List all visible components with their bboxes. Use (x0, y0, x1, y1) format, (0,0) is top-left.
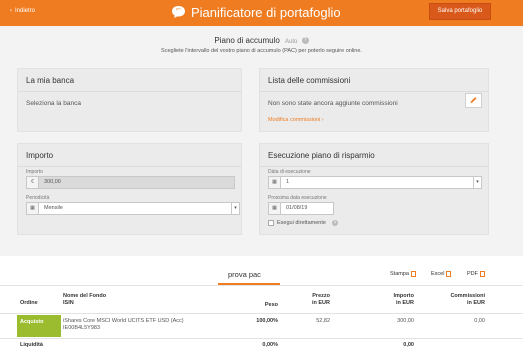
chevron-left-icon: ‹ (10, 8, 12, 14)
pdf-label: PDF (467, 271, 478, 277)
liquidity-weight: 0,00% (262, 342, 278, 348)
column-fees: Commissioni (450, 293, 485, 299)
excel-label: Excel (431, 271, 445, 277)
save-portfolio-button[interactable]: Salva portafoglio (429, 3, 491, 20)
next-execution-value: 01/08/19 (286, 205, 308, 211)
fund-weight: 100,00% (256, 318, 278, 324)
execution-title: Esecuzione piano di risparmio (268, 151, 375, 160)
commissions-panel: Lista delle commissioni Non sono state a… (259, 68, 489, 132)
liquidity-amount: 0,00 (403, 342, 414, 348)
execution-panel: Esecuzione piano di risparmio Dàta di es… (259, 143, 489, 235)
divider (260, 91, 488, 92)
divider (18, 166, 241, 167)
column-amount-unit: in EUR (395, 300, 414, 306)
importo-input[interactable]: € 300,00 (26, 176, 235, 189)
plan-subtitle: Scegliete l'intervallo del vostro piano … (161, 48, 362, 54)
liquidity-label: Liquidità (20, 342, 43, 348)
fund-amount: 300,00 (397, 318, 414, 324)
back-label: Indietro (15, 8, 36, 14)
print-icon (410, 271, 416, 277)
calendar-icon: ▦ (269, 177, 281, 188)
commissions-empty-text: Non sono state ancora aggiunte commissio… (268, 100, 398, 107)
column-amount: Importo (393, 293, 414, 299)
top-bar: ‹ Indietro Pianificatore di portafoglio … (0, 0, 523, 26)
calendar-icon: ▦ (27, 203, 39, 214)
excel-icon (446, 271, 452, 277)
chat-bubble-icon (172, 6, 185, 18)
chevron-down-icon: ▾ (473, 177, 481, 188)
column-weight: Peso (264, 302, 278, 308)
execute-directly-label: Esegui direttamente (277, 220, 326, 226)
pdf-icon (480, 271, 485, 277)
print-button[interactable]: Stampa (390, 271, 416, 277)
importo-label: Importo (26, 169, 43, 175)
periodicity-value: Mensile (44, 205, 63, 211)
bank-title: La mia banca (26, 76, 75, 85)
amount-title: Importo (26, 151, 54, 160)
execute-directly-checkbox[interactable] (268, 220, 274, 226)
bank-select[interactable]: Seleziona la banca (26, 100, 81, 107)
periodicity-select[interactable]: ▦ Mensile ▾ (26, 202, 240, 215)
auto-label: Auto (285, 39, 298, 45)
importo-value: 300,00 (44, 179, 61, 185)
bank-panel: La mia banca Seleziona la banca (17, 68, 242, 132)
edit-commissions-link[interactable]: Modifica commissioni › (268, 117, 324, 123)
column-price-unit: in EUR (311, 300, 330, 306)
question-icon[interactable]: ? (332, 220, 338, 226)
column-fund-name: Nome del Fondo (63, 293, 107, 299)
execution-day-select[interactable]: ▦ 1 ▾ (268, 176, 482, 189)
column-fees-unit: in EUR (466, 300, 485, 306)
divider (0, 285, 523, 286)
divider (260, 166, 488, 167)
euro-icon: € (27, 177, 39, 188)
column-isin: ISIN (63, 300, 74, 306)
edit-commissions-button[interactable] (465, 93, 482, 108)
chevron-down-icon: ▾ (231, 203, 239, 214)
question-icon[interactable]: ? (301, 37, 309, 45)
tab-prova-pac[interactable]: prova pac (228, 270, 261, 279)
order-acquisto-button[interactable]: Acquisto (17, 315, 61, 337)
next-execution-label: Prossima data esecuzione (268, 195, 327, 201)
column-price: Prezzo (312, 293, 330, 299)
commissions-title: Lista delle commissioni (268, 76, 351, 85)
next-execution-input[interactable]: ▦ 01/08/19 (268, 202, 334, 215)
fund-price: 52,82 (316, 318, 330, 324)
portfolio-section: prova pac Stampa Excel PDF Ordine Nome d… (0, 256, 523, 352)
divider (18, 91, 241, 92)
print-label: Stampa (390, 271, 409, 277)
excel-button[interactable]: Excel (431, 271, 452, 277)
execution-day-label: Dàta di esecuzione (268, 169, 311, 175)
fund-fees: 0,00 (474, 318, 485, 324)
back-button[interactable]: ‹ Indietro (10, 8, 35, 14)
column-order: Ordine (20, 300, 38, 306)
calendar-icon: ▦ (269, 203, 281, 214)
divider (0, 338, 523, 339)
page-title: Pianificatore di portafoglio (191, 5, 341, 20)
periodicity-label: Periodicità (26, 195, 50, 201)
divider (0, 313, 523, 314)
pdf-button[interactable]: PDF (467, 271, 485, 277)
plan-header: Piano di accumulo Auto ? (0, 36, 523, 45)
amount-panel: Importo Importo € 300,00 Periodicità ▦ M… (17, 143, 242, 235)
fund-name: iShares Core MSCI World UCITS ETF USD (A… (63, 318, 184, 324)
execution-day-value: 1 (286, 179, 290, 185)
plan-title: Piano di accumulo (214, 36, 280, 45)
fund-isin: IE00B4L5Y983 (63, 325, 101, 331)
pencil-icon (470, 97, 477, 104)
